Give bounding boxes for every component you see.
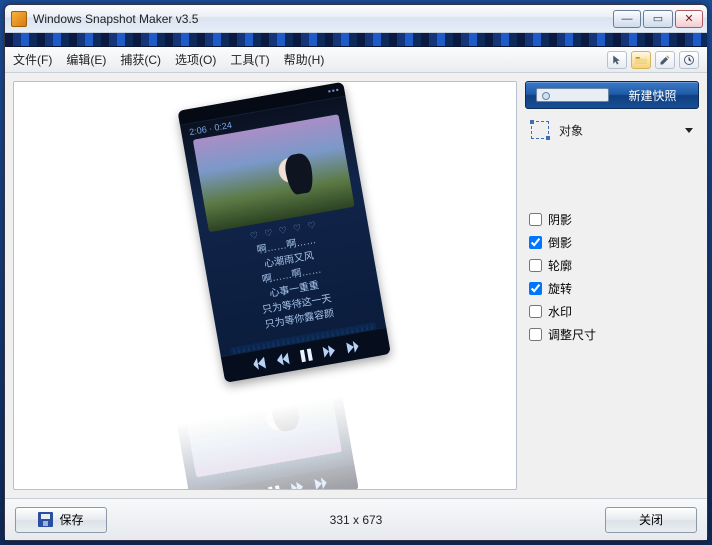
check-label: 调整尺寸: [548, 326, 596, 343]
check-label: 倒影: [548, 234, 572, 251]
player-mock: 2:06 · 0:24 ♡ ♡ ♡ ♡ ♡ 啊……啊…… 心潮雨又风 啊……啊……: [177, 82, 390, 383]
window-controls: — ▭ ✕: [613, 10, 703, 28]
new-snapshot-label: 新建快照: [617, 87, 688, 104]
check-shadow[interactable]: 阴影: [529, 211, 699, 228]
menubar: 文件(F) 编辑(E) 捕获(C) 选项(O) 工具(T) 帮助(H): [5, 47, 707, 73]
menu-file[interactable]: 文件(F): [13, 51, 52, 68]
check-outline[interactable]: 轮廓: [529, 257, 699, 274]
bottombar: 保存 331 x 673 关闭: [5, 498, 707, 540]
close-button[interactable]: 关闭: [605, 507, 697, 533]
capture-mode-selector[interactable]: 对象: [525, 119, 699, 141]
menu-tools[interactable]: 工具(T): [230, 51, 269, 68]
check-shadow-box[interactable]: [529, 213, 542, 226]
save-label: 保存: [59, 511, 83, 528]
save-icon: [38, 512, 53, 527]
effect-options: 阴影 倒影 轮廓 旋转 水印 调整尺寸: [525, 211, 699, 343]
client-area: 2:06 · 0:24 ♡ ♡ ♡ ♡ ♡ 啊……啊…… 心潮雨又风 啊……啊……: [5, 73, 707, 498]
forward-icon: [322, 344, 336, 358]
titlebar: Windows Snapshot Maker v3.5 — ▭ ✕: [5, 5, 707, 33]
check-resize-box[interactable]: [529, 328, 542, 341]
maximize-button[interactable]: ▭: [643, 10, 673, 28]
chevron-down-icon: [685, 128, 693, 133]
preview-stage: 2:06 · 0:24 ♡ ♡ ♡ ♡ ♡ 啊……啊…… 心潮雨又风 啊……啊……: [181, 96, 349, 490]
app-icon: [11, 11, 27, 27]
prev-icon: [252, 357, 266, 371]
check-resize[interactable]: 调整尺寸: [529, 326, 699, 343]
pause-icon: [299, 348, 312, 362]
window-title: Windows Snapshot Maker v3.5: [33, 12, 613, 26]
folder-icon[interactable]: [631, 51, 651, 69]
minimize-button[interactable]: —: [613, 10, 641, 28]
menu-items: 文件(F) 编辑(E) 捕获(C) 选项(O) 工具(T) 帮助(H): [13, 51, 324, 68]
cursor-icon[interactable]: [607, 51, 627, 69]
check-rotate-box[interactable]: [529, 282, 542, 295]
clock-icon[interactable]: [679, 51, 699, 69]
capture-mode-label: 对象: [559, 122, 583, 139]
check-outline-box[interactable]: [529, 259, 542, 272]
edit-icon[interactable]: [655, 51, 675, 69]
check-watermark-box[interactable]: [529, 305, 542, 318]
check-label: 轮廓: [548, 257, 572, 274]
check-reflection-box[interactable]: [529, 236, 542, 249]
check-label: 旋转: [548, 280, 572, 297]
object-icon: [531, 121, 549, 139]
check-label: 阴影: [548, 211, 572, 228]
menu-options[interactable]: 选项(O): [175, 51, 216, 68]
close-window-button[interactable]: ✕: [675, 10, 703, 28]
check-watermark[interactable]: 水印: [529, 303, 699, 320]
check-label: 水印: [548, 303, 572, 320]
menu-edit[interactable]: 编辑(E): [66, 51, 106, 68]
check-rotate[interactable]: 旋转: [529, 280, 699, 297]
close-label: 关闭: [639, 511, 663, 528]
menu-capture[interactable]: 捕获(C): [120, 51, 161, 68]
preview-reflection: [171, 362, 359, 490]
save-button[interactable]: 保存: [15, 507, 107, 533]
check-reflection[interactable]: 倒影: [529, 234, 699, 251]
toolbar-right: [607, 51, 699, 69]
menu-help[interactable]: 帮助(H): [284, 51, 325, 68]
decorative-strip: [5, 33, 707, 47]
new-snapshot-button[interactable]: 新建快照: [525, 81, 699, 109]
app-window: Windows Snapshot Maker v3.5 — ▭ ✕ 文件(F) …: [4, 4, 708, 541]
preview-image: 2:06 · 0:24 ♡ ♡ ♡ ♡ ♡ 啊……啊…… 心潮雨又风 啊……啊……: [177, 82, 390, 383]
dimensions-readout: 331 x 673: [330, 513, 383, 527]
canvas-panel[interactable]: 2:06 · 0:24 ♡ ♡ ♡ ♡ ♡ 啊……啊…… 心潮雨又风 啊……啊……: [13, 81, 517, 490]
sidebar: 新建快照 对象 阴影 倒影 轮廓 旋转 水印 调整尺寸: [525, 81, 699, 490]
camera-icon: [536, 88, 609, 102]
next-icon: [346, 340, 360, 354]
rewind-icon: [276, 352, 290, 366]
